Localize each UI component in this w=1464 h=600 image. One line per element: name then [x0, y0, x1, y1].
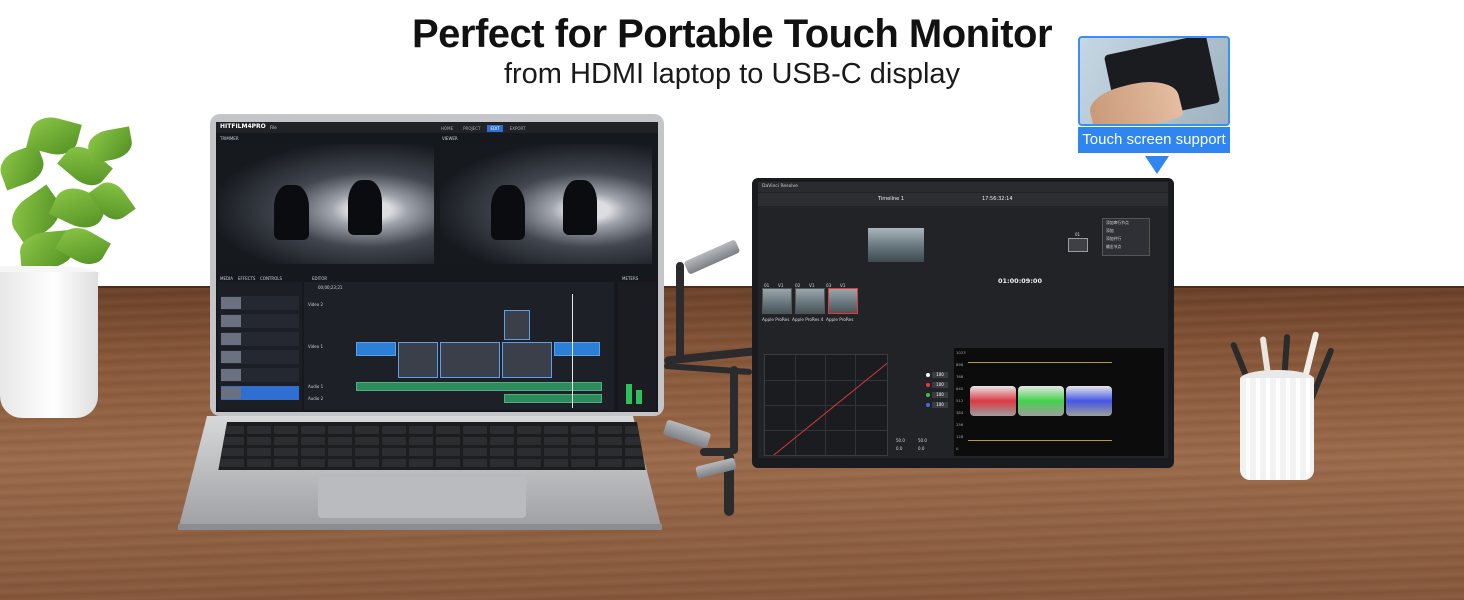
tab-project[interactable]: PROJECT [460, 125, 483, 132]
scope-tick: 256 [956, 422, 964, 427]
timeline-clip[interactable] [356, 342, 396, 356]
scope-tick: 1023 [956, 350, 966, 355]
param-value[interactable]: 100 [932, 402, 948, 408]
track-label: Video 2 [308, 302, 324, 307]
media-item[interactable] [221, 368, 299, 382]
timeline-clip[interactable] [554, 342, 600, 356]
headline: Perfect for Portable Touch Monitor [411, 12, 1053, 56]
viewer-timecode: 01:00:09:00 [998, 277, 1042, 285]
timeline-clip[interactable] [398, 342, 438, 378]
clip-number: 01 [764, 283, 770, 288]
clip-thumbnail[interactable] [828, 288, 858, 314]
scope-tick: 512 [956, 398, 964, 403]
resolve-viewer [868, 228, 924, 262]
scope-tick: 0 [956, 446, 959, 451]
scope-tick: 640 [956, 386, 964, 391]
context-menu-item[interactable]: 添加并行 [1103, 235, 1149, 243]
editor-label: EDITOR [312, 276, 328, 281]
resolve-app-name[interactable]: DaVinci Resolve [762, 184, 798, 189]
media-item[interactable] [221, 296, 299, 310]
clip-label: Apple ProRes [762, 317, 790, 322]
file-menu[interactable]: File [270, 125, 277, 130]
media-panel [218, 282, 302, 410]
clip-label: Apple ProRes [826, 317, 854, 322]
node-context-menu: 添加串行节点 添加 添加并行 输出节点 [1102, 218, 1150, 256]
app-logo: HITFILM4PRO [220, 123, 266, 130]
viewer-video [440, 144, 652, 264]
timeline-timecode: 00;00;23;21 [318, 285, 343, 290]
green-waveform [1018, 386, 1064, 416]
resolve-toolbar [758, 193, 1168, 206]
media-item[interactable] [221, 386, 299, 400]
editor-timeline: 00;00;23;21 Video 2 Video 1 Audio 1 Audi… [304, 282, 614, 410]
track-label: Video 1 [308, 344, 324, 349]
clip-thumbnail[interactable] [762, 288, 792, 314]
audio-meters [618, 282, 656, 410]
media-label[interactable]: MEDIA [220, 276, 233, 281]
context-menu-item[interactable]: 添加 [1103, 227, 1149, 235]
effects-label[interactable]: EFFECTS [238, 276, 255, 281]
curves-graph[interactable] [764, 354, 888, 456]
timeline-clip[interactable] [440, 342, 500, 378]
scope-tick: 896 [956, 362, 964, 367]
trimmer-label: TRIMMER [220, 136, 239, 141]
touch-support-badge: Touch screen support [1078, 127, 1230, 153]
blue-waveform [1066, 386, 1112, 416]
tab-export[interactable]: EXPORT [507, 125, 529, 132]
tab-edit[interactable]: EDIT [487, 125, 503, 132]
context-menu-item[interactable]: 输出节点 [1103, 243, 1149, 251]
viewer-label: VIEWER [442, 136, 458, 141]
toolbar-timecode: 17:56:32:14 [982, 196, 1013, 202]
clip-track: V1 [840, 283, 846, 288]
media-item[interactable] [221, 350, 299, 364]
param-value[interactable]: 100 [932, 372, 948, 378]
laptop-screen: HITFILM4PRO File HOME PROJECT EDIT EXPOR… [216, 122, 658, 412]
param-value[interactable]: 100 [932, 382, 948, 388]
curve-params: 100 100 100 100 50.0 50.0 0.0 0.0 [892, 354, 950, 454]
trackpad [318, 476, 526, 518]
tab-home[interactable]: HOME [438, 125, 456, 132]
timeline-clip[interactable] [502, 342, 552, 378]
readout: 0.0 [918, 446, 925, 451]
touch-photo [1078, 36, 1230, 126]
red-waveform [970, 386, 1016, 416]
clip-number: 02 [795, 283, 801, 288]
clip-number: 03 [826, 283, 832, 288]
laptop-front-edge [178, 524, 662, 530]
media-item[interactable] [221, 332, 299, 346]
scope-tick: 384 [956, 410, 964, 415]
timeline-clip[interactable] [504, 310, 530, 340]
monitor-screen: DaVinci Resolve Timeline 1 17:56:32:14 0… [758, 182, 1168, 458]
clip-thumbnails [762, 288, 858, 314]
keyboard [218, 422, 646, 470]
meters-label: METERS [622, 276, 639, 281]
subheadline: from HDMI laptop to USB-C display [503, 58, 961, 90]
clip-track: V1 [778, 283, 784, 288]
scope-tick: 128 [956, 434, 964, 439]
readout: 0.0 [896, 446, 903, 451]
media-item[interactable] [221, 314, 299, 328]
audio-clip[interactable] [504, 394, 602, 403]
param-value[interactable]: 100 [932, 392, 948, 398]
readout: 50.0 [896, 438, 905, 443]
playhead[interactable] [572, 294, 573, 408]
parade-scope: 1023 896 768 640 512 384 256 128 0 [954, 348, 1164, 456]
scope-tick: 768 [956, 374, 964, 379]
hitfilm-titlebar: HITFILM4PRO File HOME PROJECT EDIT EXPOR… [216, 122, 658, 133]
arrow-down-icon [1145, 156, 1169, 174]
readout: 50.0 [918, 438, 927, 443]
timeline-name[interactable]: Timeline 1 [878, 196, 904, 202]
audio-clip[interactable] [356, 382, 602, 391]
node-label: 01 [1075, 232, 1081, 237]
resolve-menubar: DaVinci Resolve [758, 182, 1168, 192]
track-label: Audio 1 [308, 384, 324, 389]
context-menu-item[interactable]: 添加串行节点 [1103, 219, 1149, 227]
track-label: Audio 2 [308, 396, 324, 401]
node-01[interactable]: 01 [1068, 232, 1088, 252]
clip-track: V1 [809, 283, 815, 288]
clip-label: Apple ProRes 4 [792, 317, 824, 322]
trimmer-video [218, 144, 434, 264]
controls-label[interactable]: CONTROLS [260, 276, 282, 281]
clip-thumbnail[interactable] [795, 288, 825, 314]
